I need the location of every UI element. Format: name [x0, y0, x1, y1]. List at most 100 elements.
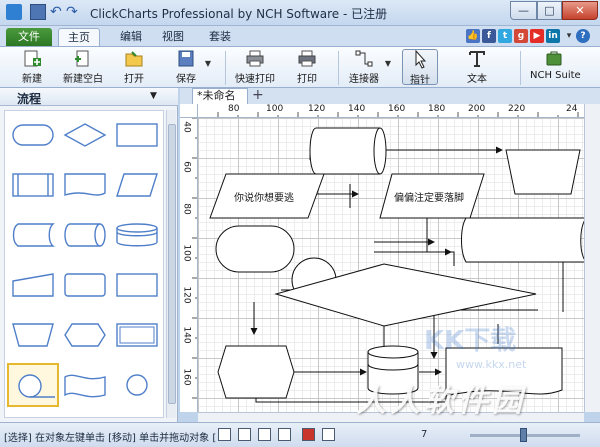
layout-icon[interactable]	[322, 428, 335, 441]
tab-file[interactable]: 文件	[6, 28, 52, 46]
right-node-text: 偏偏注定要落脚	[394, 193, 464, 204]
status-bar: [选择] 在对象左键单击 [移动] 单击并拖动对象 [ 7	[0, 422, 600, 447]
card-shape[interactable]	[59, 263, 111, 307]
ruler-label: 24	[566, 104, 578, 114]
open-label: 打开	[124, 74, 144, 85]
manual-input-shape-icon	[12, 273, 54, 297]
scrollbar-thumb[interactable]	[168, 124, 176, 404]
ruler-label: 180	[428, 104, 446, 114]
dropdown-icon[interactable]: ▾	[562, 29, 576, 43]
twitter-icon[interactable]: t	[498, 29, 512, 43]
text-button[interactable]: 文本	[462, 49, 492, 85]
preparation-shape-icon	[64, 323, 106, 347]
ruler-label: 220	[508, 104, 526, 114]
save-dropdown-icon[interactable]: ▼	[205, 59, 211, 68]
select-mode-icon[interactable]	[218, 428, 231, 441]
zoom-slider-knob[interactable]	[520, 428, 527, 442]
fit-page-icon[interactable]	[238, 428, 251, 441]
maximize-button[interactable]: □	[537, 1, 562, 20]
shape-library-header[interactable]: 流程 ▼	[0, 88, 178, 106]
terminator-shape-icon	[12, 124, 54, 146]
folder-icon	[125, 51, 143, 67]
help-icon[interactable]: ?	[576, 29, 590, 43]
new-blank-label: 新建空白	[63, 74, 103, 85]
like-icon[interactable]: 👍	[466, 29, 480, 43]
pointer-icon	[415, 50, 427, 69]
document-tab[interactable]: *未命名	[192, 88, 248, 104]
tab-view[interactable]: 视图	[150, 28, 196, 46]
facebook-icon[interactable]: f	[482, 29, 496, 43]
ribbon-separator	[225, 51, 226, 85]
category-dropdown-icon[interactable]: ▼	[150, 91, 157, 101]
sequential-data-shape-icon	[18, 374, 55, 398]
ruler-label: 100	[266, 104, 284, 114]
new-tab-icon[interactable]: +	[252, 87, 264, 103]
manual-input-shape[interactable]	[7, 263, 59, 307]
direct-data-node-top	[309, 127, 387, 175]
ruler-corner	[180, 104, 198, 118]
connector-circle-shape[interactable]	[111, 363, 163, 407]
youtube-icon[interactable]: ▶	[530, 29, 544, 43]
diagram-canvas[interactable]: 你说你想要逃 偏偏注定要落脚 KK下载 www.kkx.net	[198, 118, 584, 412]
decision-shape-icon	[63, 123, 107, 147]
preparation-node	[217, 345, 295, 399]
connector-dropdown-icon[interactable]: ▼	[385, 59, 391, 68]
ruler-label: 120	[181, 286, 192, 304]
print-button[interactable]: 打印	[292, 49, 322, 85]
pointer-button[interactable]: 指针	[402, 49, 438, 86]
data-shape[interactable]	[111, 163, 163, 207]
database-shape[interactable]	[111, 213, 163, 257]
predefined-process-shape[interactable]	[7, 163, 59, 207]
save-button[interactable]: 保存 ▼	[170, 49, 211, 85]
ribbon-tab-row: 文件 主页 编辑 视图 套装 👍 f t g ▶ in ▾ ?	[0, 26, 600, 46]
close-button[interactable]: ✕	[562, 1, 598, 20]
direct-data-shape-icon	[64, 223, 106, 247]
stored-data-node	[461, 217, 584, 263]
snap-icon[interactable]	[258, 428, 271, 441]
quick-print-icon	[246, 50, 264, 67]
display-shape[interactable]	[111, 313, 163, 357]
decision-shape[interactable]	[59, 113, 111, 157]
document-shape[interactable]	[59, 163, 111, 207]
left-node-text: 你说你想要逃	[234, 193, 294, 204]
tab-edit[interactable]: 编辑	[108, 28, 154, 46]
nch-suite-button[interactable]: NCH Suite	[530, 49, 581, 85]
display-shape-icon	[116, 323, 158, 347]
text-label: 文本	[467, 74, 487, 85]
direct-data-shape[interactable]	[59, 213, 111, 257]
shape-gallery	[4, 110, 164, 418]
quick-print-button[interactable]: 快速打印	[232, 49, 278, 85]
new-blank-button[interactable]: 新建空白	[60, 49, 106, 85]
minimize-button[interactable]: —	[510, 1, 537, 20]
ribbon-toolbar: 新建 新建空白 打开 保存 ▼ 快速打印 打印 连接器 ▼ 指针 文本 NCH …	[0, 46, 600, 88]
new-button[interactable]: 新建	[12, 49, 52, 85]
canvas-vertical-scrollbar[interactable]	[584, 104, 600, 412]
grid-icon[interactable]	[278, 428, 291, 441]
google-plus-icon[interactable]: g	[514, 29, 528, 43]
internal-storage-shape[interactable]	[111, 263, 163, 307]
preparation-shape[interactable]	[59, 313, 111, 357]
sequential-data-shape[interactable]	[7, 363, 59, 407]
connector-circle-shape-icon	[126, 374, 148, 396]
app-icon[interactable]	[6, 4, 22, 20]
magnet-icon[interactable]	[302, 428, 315, 441]
undo-icon[interactable]: ↶	[50, 4, 66, 20]
stored-data-shape[interactable]	[7, 213, 59, 257]
tab-home[interactable]: 主页	[58, 28, 100, 46]
tab-suite[interactable]: 套装	[197, 28, 243, 46]
ruler-label: 40	[181, 121, 192, 133]
zoom-level: 7	[421, 429, 428, 440]
linkedin-icon[interactable]: in	[546, 29, 560, 43]
open-button[interactable]: 打开	[118, 49, 150, 85]
redo-icon[interactable]: ↷	[66, 4, 82, 20]
connector-button[interactable]: 连接器 ▼	[346, 49, 391, 85]
punched-tape-shape[interactable]	[59, 363, 111, 407]
process-shape[interactable]	[111, 113, 163, 157]
shape-panel-scrollbar[interactable]	[166, 110, 176, 418]
manual-operation-shape[interactable]	[7, 313, 59, 357]
terminator-shape[interactable]	[7, 113, 59, 157]
data-shape-icon	[116, 173, 158, 197]
quick-save-icon[interactable]	[30, 4, 46, 20]
vertical-ruler: 40 60 80 100 120 140 160	[180, 118, 198, 412]
new-blank-icon	[75, 50, 89, 67]
